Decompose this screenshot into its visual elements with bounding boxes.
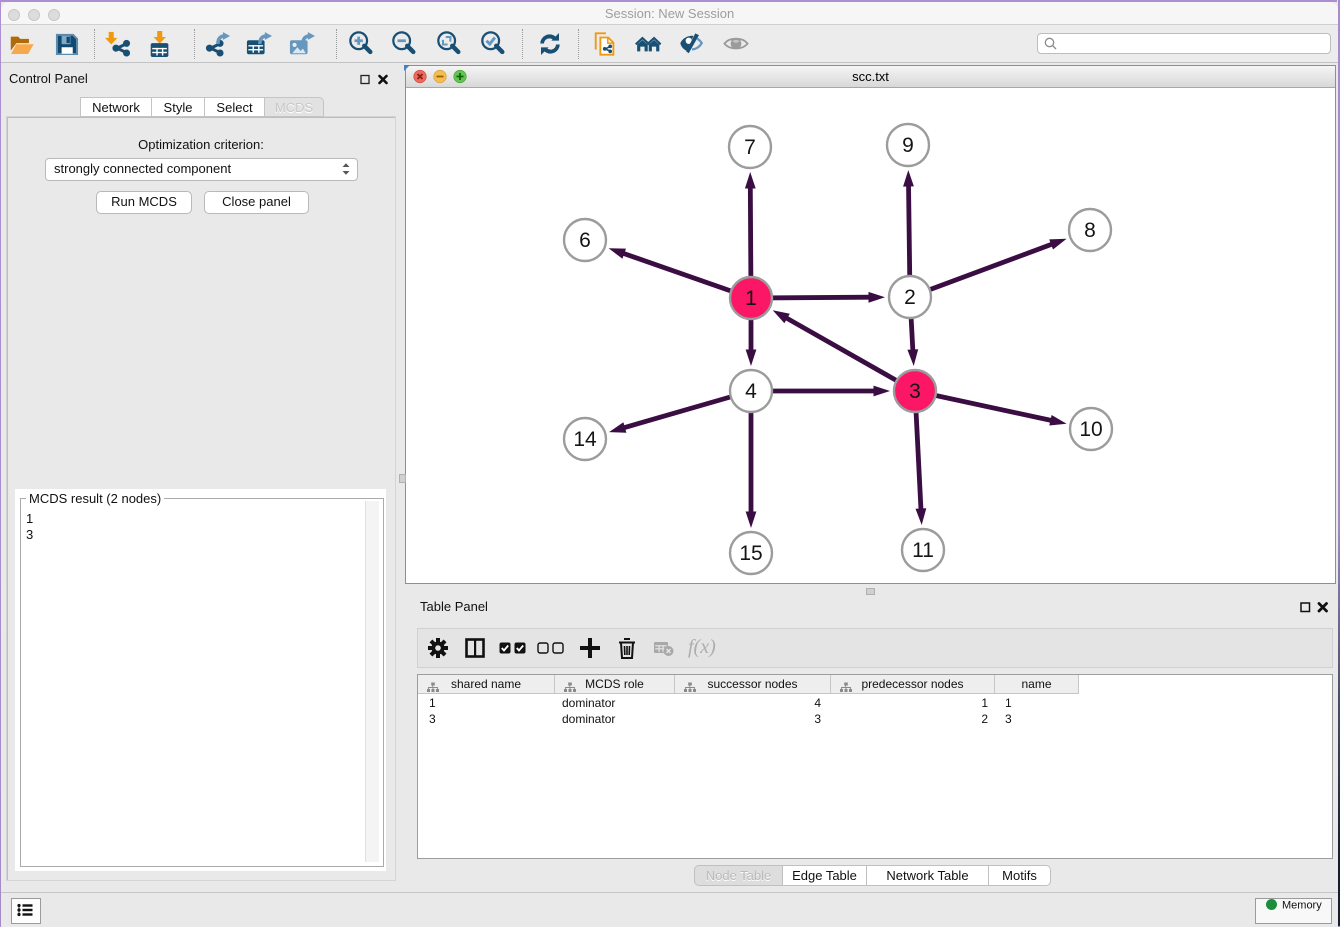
svg-text:7: 7 [744,136,756,159]
svg-text:11: 11 [912,539,934,562]
svg-text:8: 8 [1084,219,1096,242]
svg-text:2: 2 [904,286,916,309]
svg-text:6: 6 [579,229,591,252]
svg-text:14: 14 [573,428,597,451]
svg-text:1: 1 [745,287,757,310]
svg-text:15: 15 [739,542,762,565]
svg-text:4: 4 [745,380,757,403]
svg-text:3: 3 [909,380,921,403]
svg-text:10: 10 [1079,418,1102,441]
svg-text:9: 9 [902,134,914,157]
